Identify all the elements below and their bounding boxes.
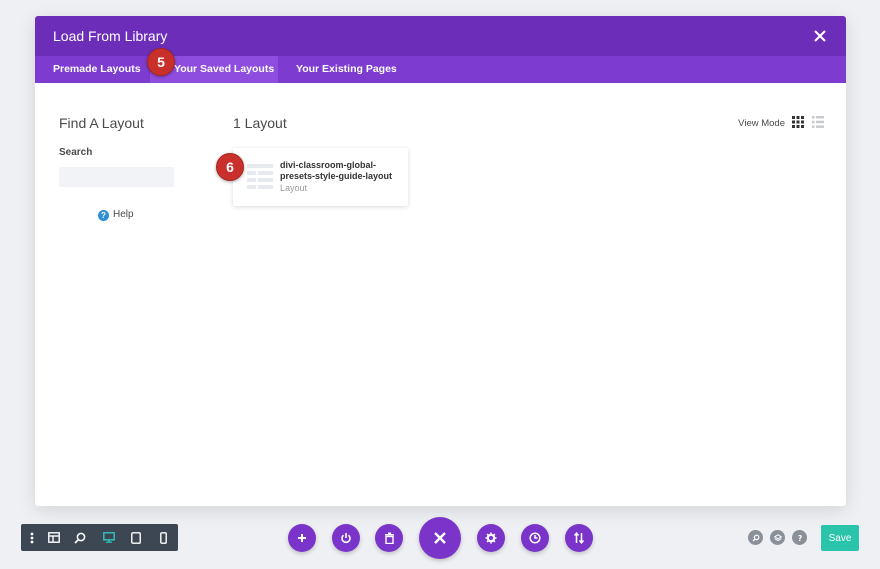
search-icon[interactable]	[748, 530, 763, 545]
search-input[interactable]	[59, 167, 174, 187]
find-layout-heading: Find A Layout	[59, 115, 144, 131]
tablet-glyph	[131, 531, 141, 544]
wireframe-glyph	[48, 532, 60, 543]
help-circle-icon: ?	[98, 210, 109, 221]
wireframe-icon[interactable]	[43, 524, 65, 551]
search-label: Search	[59, 147, 93, 158]
power-icon	[341, 533, 351, 544]
grid-view-icon[interactable]	[792, 115, 804, 128]
step-badge-6: 6	[216, 153, 244, 181]
zoom-glyph	[74, 532, 86, 544]
list-view-icon[interactable]	[812, 115, 824, 128]
modal-title: Load From Library	[53, 28, 168, 44]
phone-icon[interactable]	[152, 524, 174, 551]
save-button[interactable]: Save	[821, 525, 859, 551]
gear-icon	[485, 532, 497, 544]
tab-premade-layouts[interactable]: Premade Layouts	[53, 56, 141, 83]
more-vertical-glyph	[30, 532, 34, 543]
search-glyph	[752, 534, 759, 541]
step-badge-5: 5	[147, 48, 175, 76]
more-vertical-icon[interactable]	[21, 524, 43, 551]
desktop-icon[interactable]	[98, 524, 120, 551]
layers-glyph	[773, 533, 782, 541]
layout-thumbnail-icon	[247, 164, 273, 192]
layout-name: divi-classroom-global-presets-style-guid…	[280, 160, 393, 181]
help-label: Help	[113, 209, 134, 220]
add-button[interactable]	[288, 524, 316, 552]
view-toolbar	[21, 524, 178, 551]
tab-your-existing-pages[interactable]: Your Existing Pages	[296, 56, 397, 83]
close-icon	[434, 532, 446, 544]
layout-card[interactable]: divi-classroom-global-presets-style-guid…	[233, 148, 408, 206]
desktop-glyph	[103, 532, 115, 543]
layers-icon[interactable]	[770, 530, 785, 545]
history-icon	[529, 532, 541, 544]
close-icon[interactable]	[810, 26, 830, 46]
portability-button[interactable]	[565, 524, 593, 552]
trash-button[interactable]	[375, 524, 403, 552]
close-icon-glyph	[814, 30, 826, 42]
grid-view-glyph	[792, 116, 804, 128]
close-builder-button[interactable]	[419, 517, 461, 559]
view-mode-label: View Mode	[738, 118, 785, 129]
history-button[interactable]	[521, 524, 549, 552]
settings-button[interactable]	[477, 524, 505, 552]
zoom-icon[interactable]	[69, 524, 91, 551]
layout-type: Layout	[280, 183, 308, 193]
phone-glyph	[159, 531, 167, 544]
tablet-icon[interactable]	[125, 524, 147, 551]
layout-count: 1 Layout	[233, 115, 287, 131]
sort-icon	[573, 532, 585, 544]
help-icon[interactable]: ?	[792, 530, 807, 545]
trash-icon	[384, 532, 394, 544]
list-view-glyph	[812, 116, 824, 128]
add-icon	[298, 534, 306, 542]
layout-thumbnail-glyph	[247, 164, 273, 189]
help-link[interactable]: ? Help	[98, 209, 134, 221]
power-button[interactable]	[332, 524, 360, 552]
load-from-library-modal: Load From Library Premade Layouts Your S…	[35, 16, 846, 506]
help-glyph: ?	[797, 534, 801, 542]
svg-text:?: ?	[797, 534, 801, 542]
